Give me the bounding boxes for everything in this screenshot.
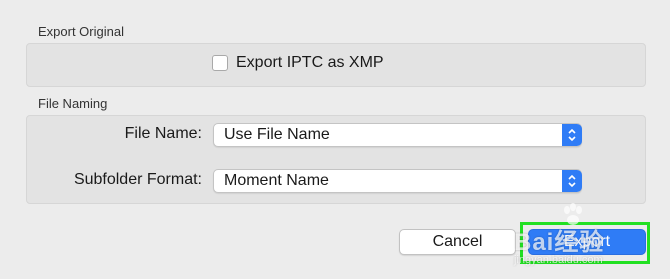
subfolder-format-stepper-icon[interactable] — [562, 170, 582, 192]
subfolder-format-label: Subfolder Format: — [73, 171, 202, 188]
file-name-stepper-icon[interactable] — [562, 124, 582, 146]
export-button[interactable]: Export — [528, 229, 646, 255]
file-name-select[interactable]: Use File Name — [213, 123, 582, 147]
export-iptc-checkbox-row[interactable]: Export IPTC as XMP — [212, 53, 384, 73]
file-naming-title: File Naming — [38, 96, 108, 111]
export-original-title: Export Original — [38, 24, 124, 39]
file-name-label: File Name: — [124, 125, 202, 142]
baidu-paw-icon — [564, 203, 582, 225]
subfolder-format-value: Moment Name — [224, 172, 329, 189]
cancel-button[interactable]: Cancel — [399, 229, 516, 255]
watermark-url: jingyan.baidu.com — [514, 254, 603, 266]
subfolder-format-select[interactable]: Moment Name — [213, 169, 582, 193]
file-name-value: Use File Name — [224, 126, 330, 143]
export-iptc-checkbox[interactable] — [212, 55, 228, 71]
export-iptc-label: Export IPTC as XMP — [236, 54, 384, 71]
